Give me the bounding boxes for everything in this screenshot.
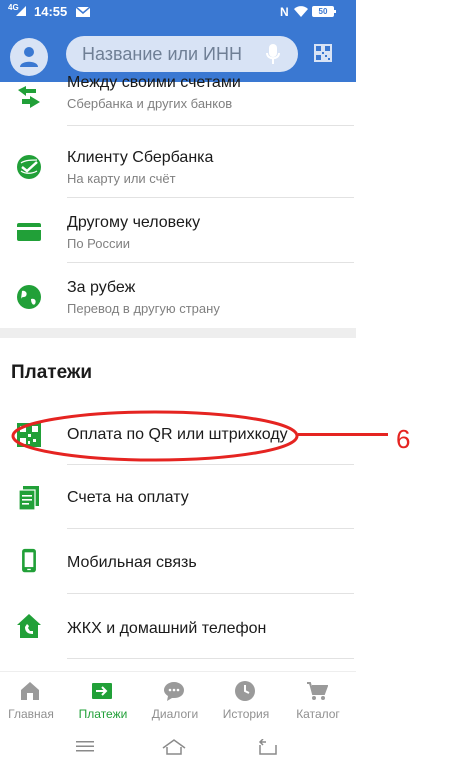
- nav-item-catalog[interactable]: Каталог: [283, 672, 353, 728]
- nav-label: Главная: [8, 707, 54, 721]
- list-item-title: За рубеж: [67, 279, 136, 296]
- list-item-other-person[interactable]: Другому человеку По России: [0, 199, 356, 263]
- status-time: 14:55: [34, 4, 68, 19]
- house-phone-icon: [17, 614, 41, 638]
- sberbank-logo-icon: [17, 155, 41, 179]
- list-item-title: Счета на оплату: [67, 489, 189, 506]
- transfer-arrows-icon: [18, 86, 40, 108]
- cart-icon: [307, 682, 328, 700]
- bottom-navigation: Главная Платежи Диалоги История Каталог: [0, 671, 356, 727]
- invoice-icon: [18, 486, 39, 511]
- list-item-title: Мобильная связь: [67, 554, 197, 571]
- mail-icon: [76, 7, 90, 17]
- user-icon: [20, 47, 38, 67]
- list-item-own-accounts[interactable]: Между своими счетами Сбербанка и других …: [0, 72, 356, 136]
- nav-label: Каталог: [296, 707, 340, 721]
- profile-avatar[interactable]: [10, 38, 48, 76]
- annotation-pointer-line: [298, 433, 388, 436]
- nav-label: История: [222, 707, 270, 721]
- nav-label: Платежи: [78, 707, 128, 721]
- annotation-label: 6: [396, 424, 411, 454]
- mobile-phone-icon: [22, 548, 36, 573]
- payments-icon: [92, 683, 112, 699]
- list-item-title: Между своими счетами: [67, 74, 241, 91]
- list-item-title: Другому человеку: [67, 214, 201, 231]
- divider: [67, 528, 354, 529]
- section-separator: [0, 328, 356, 338]
- list-item-abroad[interactable]: За рубеж Перевод в другую страну: [0, 264, 356, 328]
- nav-item-dialogs[interactable]: Диалоги: [140, 672, 210, 728]
- signal-icon: [16, 6, 26, 16]
- list-item-subtitle: Сбербанка и других банков: [67, 96, 233, 111]
- annotation-oval: [11, 410, 299, 462]
- system-navigation-bar: [0, 727, 356, 767]
- nav-item-history[interactable]: История: [211, 672, 281, 728]
- back-icon[interactable]: [258, 739, 278, 755]
- divider: [67, 197, 354, 198]
- list-item-invoices[interactable]: Счета на оплату: [0, 465, 356, 529]
- search-input[interactable]: Название или ИНН: [66, 36, 298, 72]
- card-icon: [17, 223, 41, 241]
- chat-icon: [164, 682, 184, 701]
- wifi-icon: [294, 6, 308, 17]
- sberbank-app-screen: 4G 14:55 N 50 Название или ИНН Между сво…: [0, 0, 356, 767]
- nav-label: Диалоги: [151, 707, 199, 721]
- list-item-utilities[interactable]: ЖКХ и домашний телефон: [0, 595, 356, 659]
- divider: [67, 125, 354, 126]
- list-item-title: ЖКХ и домашний телефон: [67, 620, 267, 637]
- search-placeholder: Название или ИНН: [82, 44, 242, 64]
- list-item-mobile[interactable]: Мобильная связь: [0, 530, 356, 594]
- clock-icon: [235, 681, 255, 701]
- battery-icon: 50: [312, 6, 336, 17]
- nav-item-home[interactable]: Главная: [0, 672, 66, 728]
- home-icon: [21, 682, 39, 700]
- divider: [67, 262, 354, 263]
- payments-section-title: Платежи: [11, 362, 93, 383]
- divider: [67, 658, 354, 659]
- globe-icon: [17, 285, 41, 309]
- list-item-subtitle: На карту или счёт: [67, 171, 176, 186]
- microphone-icon[interactable]: [266, 44, 280, 64]
- divider: [67, 593, 354, 594]
- list-item-title: Клиенту Сбербанка: [67, 149, 214, 166]
- list-item-subtitle: Перевод в другую страну: [67, 301, 220, 316]
- status-bar: 4G 14:55 N 50: [0, 0, 356, 26]
- qr-scan-icon[interactable]: [314, 44, 332, 62]
- menu-icon[interactable]: [76, 739, 94, 753]
- home-button-icon[interactable]: [162, 739, 186, 755]
- nav-item-payments[interactable]: Платежи: [68, 672, 138, 728]
- list-item-sber-client[interactable]: Клиенту Сбербанка На карту или счёт: [0, 134, 356, 198]
- nfc-icon: N: [280, 5, 289, 19]
- list-item-subtitle: По России: [67, 236, 131, 251]
